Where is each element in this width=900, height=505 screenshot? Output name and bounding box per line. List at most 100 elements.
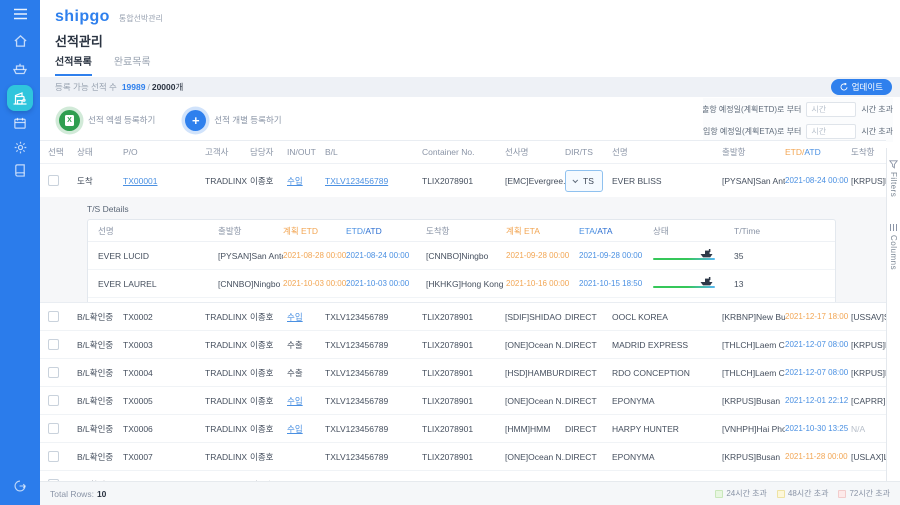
cell-origin-port: [PYSAN]San Antor: [722, 175, 785, 186]
sidebar-logout-button[interactable]: [0, 479, 40, 493]
cell-select: [48, 311, 77, 322]
cell-origin-port: [KRPUS]Busan: [722, 395, 781, 406]
cell-dirts: DIRECT: [565, 423, 597, 434]
sidebar-item-settings[interactable]: [0, 140, 40, 155]
columns-tab[interactable]: Columns: [889, 223, 898, 270]
inout-link[interactable]: 수입: [287, 395, 325, 407]
cell-carrier: [HSD]HAMBUR...: [505, 367, 565, 378]
ts-etd-atd: 2021-08-24 00:00: [346, 251, 410, 260]
tab-completed-list[interactable]: 완료목록: [114, 53, 151, 76]
ship-icon: [12, 63, 28, 75]
column-header-7: Container No.: [422, 147, 475, 157]
cell-etd-atd: 2021-12-07 08:00: [785, 340, 849, 349]
cell-vessel: EPONYMA: [612, 451, 655, 462]
ts-leg-row: EVER LAUREL [CNNBO]Ningbo 2021-10-03 00:00…: [88, 270, 835, 298]
voyage-progress-bar: [653, 276, 715, 289]
cell-dest-port: [CAPRR]Pri: [851, 395, 886, 406]
inout-link[interactable]: 수입: [287, 423, 325, 435]
row-checkbox[interactable]: [48, 175, 59, 186]
ts-eta-ata: 2021-10-15 18:50: [579, 279, 643, 288]
page-title: 선적관리: [55, 34, 103, 49]
book-icon: [15, 164, 25, 177]
bl-link[interactable]: TXLV123456789: [325, 176, 422, 186]
inout-link[interactable]: 수입: [287, 175, 325, 187]
shipment-row: B/L확인중 TX0006 TRADLINX 이종호 수입 TXLV123456789 TL…: [40, 415, 886, 443]
logout-icon: [14, 480, 26, 492]
po-text: TX0003: [123, 339, 153, 350]
inout-text: 수출: [287, 367, 303, 378]
row-checkbox[interactable]: [48, 423, 59, 434]
row-checkbox[interactable]: [48, 311, 59, 322]
cell-status: B/L확인중: [77, 395, 114, 406]
tab-shipment-list[interactable]: 선적목록: [55, 53, 92, 76]
cell-select: [48, 395, 77, 406]
po-text: TX0007: [123, 451, 153, 462]
cell-manager: 이종호: [250, 395, 274, 406]
excel-register-button[interactable]: X 선적 엑셀 등록하기: [59, 109, 155, 131]
sidebar-menu-button[interactable]: [0, 8, 40, 20]
sidebar-item-shipments-active[interactable]: [7, 85, 33, 111]
individual-register-button[interactable]: + 선적 개별 등록하기: [185, 109, 282, 131]
row-checkbox[interactable]: [48, 395, 59, 406]
dirts-dropdown[interactable]: TS: [565, 169, 603, 192]
cell-carrier: [HMM]HMM: [505, 423, 551, 434]
sidebar-item-home[interactable]: [0, 34, 40, 48]
ts-plan-eta: 2021-10-16 00:00: [506, 279, 570, 288]
po-link[interactable]: TX00001: [123, 176, 205, 186]
inout-text: 수출: [287, 339, 303, 350]
row-checkbox[interactable]: [48, 367, 59, 378]
ts-dest-port: [HKHKG]Hong Kong: [426, 278, 504, 289]
ts-column-header-3: ETD/ATD: [346, 225, 382, 236]
cell-dest-port: [KRPUS]Bu: [851, 339, 886, 350]
registered-count-label: 등록 가능 선적 수: [55, 82, 117, 92]
inout-link[interactable]: 수입: [287, 311, 325, 323]
cell-customer: TRADLINX: [205, 367, 248, 378]
cell-dest-port: [KRPUS]Bu: [851, 367, 886, 378]
column-header-11: 출발항: [722, 147, 746, 157]
sidebar: [0, 0, 40, 505]
eta-filter-label: 입항 예정일(계획ETA)로 부터: [703, 126, 802, 136]
cell-origin-port: [KRPUS]Busan: [722, 451, 781, 462]
cell-origin-port: [THLCH]Laem Cha: [722, 339, 785, 350]
cell-vessel: OOCL KOREA: [612, 311, 668, 322]
etd-filter-label: 출항 예정일(계획ETD)로 부터: [703, 104, 802, 114]
cell-vessel: EVER BLISS: [612, 175, 662, 186]
ts-column-header-6: ETA/ATA: [579, 225, 613, 236]
update-button[interactable]: 업데이트: [830, 79, 892, 95]
cell-customer: TRADLINX: [205, 175, 248, 186]
shipment-row: B/L확인중 TX0005 TRADLINX 이종호 수입 TXLV123456789 TL…: [40, 387, 886, 415]
row-checkbox[interactable]: [48, 451, 59, 462]
eta-filter-suffix: 시간 초과: [861, 126, 893, 136]
cell-select: [48, 451, 77, 462]
overdue-legend: 24시간 초과 48시간 초과 72시간 초과: [715, 488, 890, 499]
row-checkbox[interactable]: [48, 339, 59, 350]
sidebar-item-docs[interactable]: [0, 163, 40, 177]
plus-icon: +: [185, 109, 207, 131]
sidebar-item-schedule[interactable]: [0, 116, 40, 130]
ts-status: [653, 248, 734, 263]
legend-swatch: [776, 489, 785, 498]
cell-manager: 이종호: [250, 175, 274, 186]
cell-dest-port: N/A: [851, 423, 866, 434]
column-header-13: 도착항: [851, 147, 875, 157]
ts-transit-time: 13: [734, 278, 744, 289]
cell-dirts: DIRECT: [565, 311, 597, 322]
gear-icon: [14, 141, 26, 154]
refresh-icon: [840, 83, 848, 91]
sidebar-item-vessels[interactable]: [0, 61, 40, 75]
eta-hours-input[interactable]: [806, 123, 857, 139]
chevron-down-icon: [572, 176, 579, 183]
table-header: 선택 상태 P/O 고객사 담당자 IN/OUT B/L Container No. 선사명 DI…: [40, 140, 886, 164]
main-content: shipgo 통합선박관리 선적관리 선적목록 완료목록 등록 가능 선적 수 …: [40, 0, 900, 505]
ts-column-header-2: 계획 ETD: [283, 225, 319, 236]
ts-details-panel: T/S Details 선명 출발항 계획 ETD ETD/ATD 도착항 계획 ETA E…: [40, 197, 886, 303]
ts-column-header-5: 계획 ETA: [506, 225, 540, 236]
column-header-2: P/O: [123, 147, 138, 157]
column-header-10: 선명: [612, 147, 628, 157]
cell-container-no: TLIX2078901: [422, 339, 474, 350]
etd-hours-input[interactable]: [806, 101, 857, 117]
po-text: TX0006: [123, 423, 153, 434]
filters-tab[interactable]: Filters: [889, 160, 898, 197]
column-header-8: 선사명: [505, 147, 529, 157]
cell-select: [48, 423, 77, 434]
